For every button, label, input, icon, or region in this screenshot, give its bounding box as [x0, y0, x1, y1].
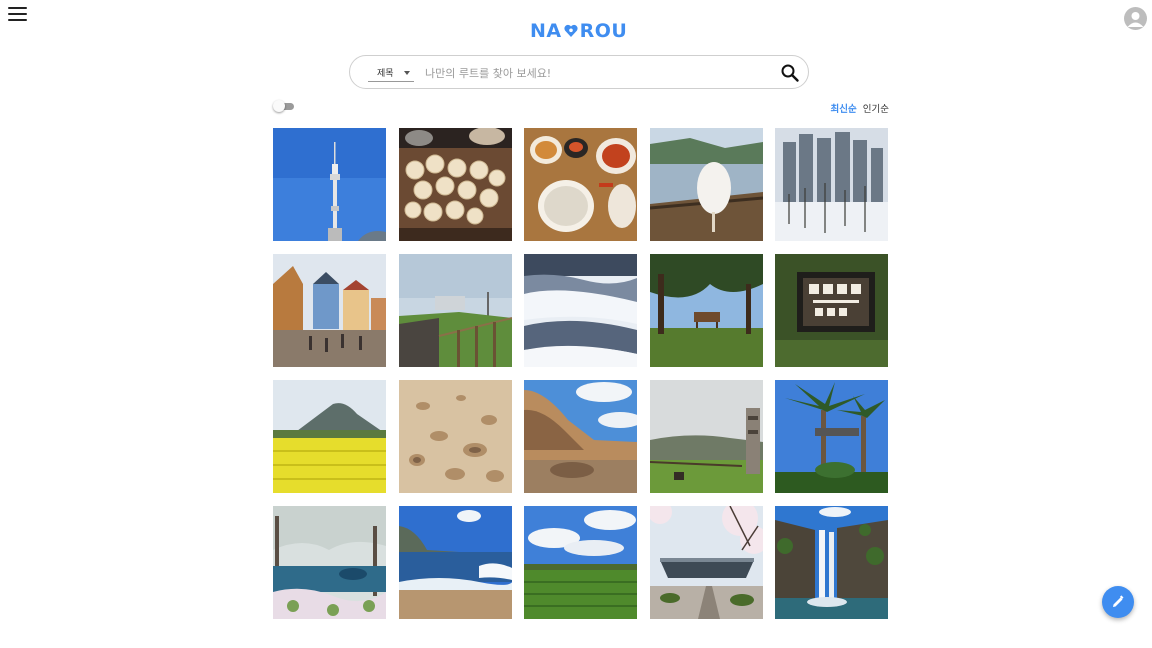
- photo-tile[interactable]: [775, 506, 888, 619]
- cotton-candy-photo: [649, 128, 763, 241]
- beach-waves-photo: [398, 506, 512, 619]
- photo-tile[interactable]: [524, 506, 637, 619]
- waterfall-photo: [775, 506, 888, 619]
- photo-tile[interactable]: [273, 380, 386, 493]
- write-post-button[interactable]: [1102, 586, 1134, 618]
- photo-tile[interactable]: [524, 254, 637, 367]
- heart-pin-icon: [564, 24, 578, 37]
- photo-grid: [273, 128, 888, 619]
- blossom-lake-photo: [273, 506, 386, 619]
- sort-options: 최신순 인기순: [831, 101, 889, 115]
- canola-field-photo: [273, 380, 386, 493]
- logo-text-left: NA: [530, 20, 562, 42]
- photo-tile[interactable]: [649, 254, 763, 367]
- photo-tile[interactable]: [775, 380, 888, 493]
- photo-tile[interactable]: [398, 128, 512, 241]
- app-page: NA ROU 제목 최신순 인기순: [0, 0, 1152, 648]
- apartments-photo: [775, 128, 888, 241]
- arboretum-sign-photo: [775, 254, 888, 367]
- search-icon[interactable]: [780, 63, 800, 83]
- logo[interactable]: NA ROU: [530, 20, 627, 42]
- search-bar: 제목: [349, 55, 809, 89]
- green-field-photo: [524, 506, 637, 619]
- photo-tile[interactable]: [524, 128, 637, 241]
- search-input[interactable]: [425, 62, 765, 84]
- toggle-knob: [273, 100, 285, 112]
- photo-tile[interactable]: [524, 380, 637, 493]
- photo-tile[interactable]: [775, 254, 888, 367]
- snowy-forest-photo: [524, 254, 637, 367]
- village-photo: [273, 254, 386, 367]
- photo-tile[interactable]: [649, 128, 763, 241]
- coastal-fence-photo: [398, 254, 512, 367]
- photo-tile[interactable]: [398, 380, 512, 493]
- user-avatar-icon[interactable]: [1124, 7, 1147, 30]
- photo-tile[interactable]: [398, 254, 512, 367]
- sort-latest-button[interactable]: 최신순: [831, 101, 857, 115]
- photo-tile[interactable]: [775, 128, 888, 241]
- search-category-select[interactable]: 제목: [368, 66, 414, 82]
- photo-tile[interactable]: [398, 506, 512, 619]
- photo-tile[interactable]: [649, 380, 763, 493]
- search-category-value: 제목: [377, 69, 394, 79]
- palm-trees-photo: [775, 380, 888, 493]
- hamburger-menu-icon[interactable]: [8, 7, 27, 22]
- photo-tile[interactable]: [273, 506, 386, 619]
- photo-tile[interactable]: [649, 506, 763, 619]
- logo-text-right: ROU: [579, 20, 628, 42]
- sort-popular-button[interactable]: 인기순: [863, 101, 889, 115]
- tower-photo: [273, 128, 386, 241]
- view-toggle-switch[interactable]: [273, 100, 295, 112]
- photo-tile[interactable]: [273, 128, 386, 241]
- park-pavilion-photo: [649, 254, 763, 367]
- meal-photo: [524, 128, 637, 241]
- dumplings-photo: [398, 128, 512, 241]
- chevron-down-icon: [404, 71, 410, 75]
- stone-monument-photo: [649, 380, 763, 493]
- porous-rock-photo: [398, 380, 512, 493]
- cherry-blossom-building-photo: [649, 506, 763, 619]
- pencil-icon: [1113, 595, 1124, 607]
- coastal-cliff-photo: [524, 380, 637, 493]
- photo-tile[interactable]: [273, 254, 386, 367]
